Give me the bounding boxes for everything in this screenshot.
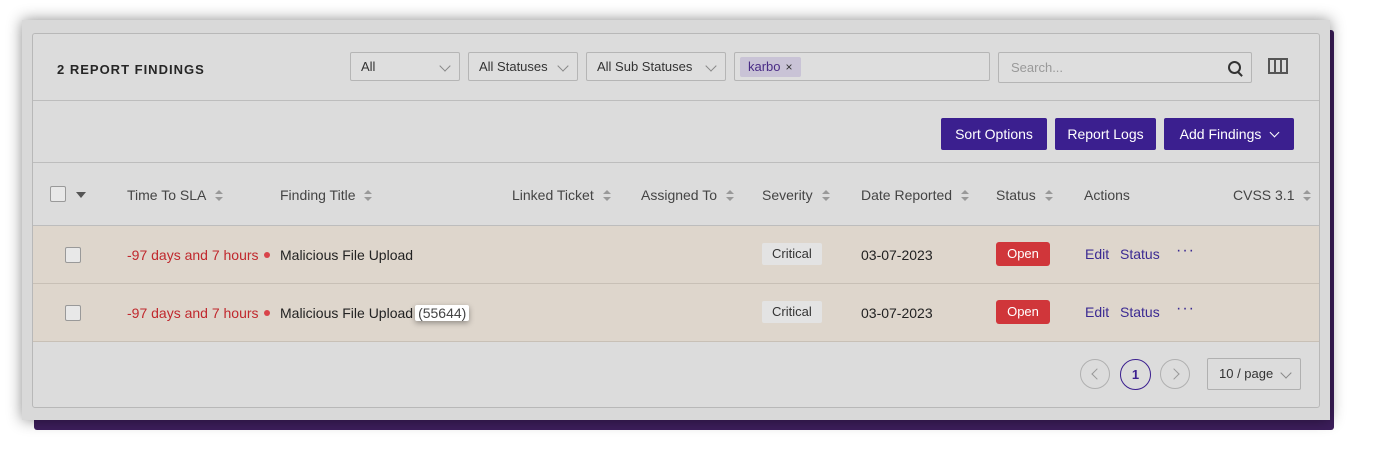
next-page-button[interactable]: [1160, 359, 1190, 389]
table-row: -97 days and 7 hours Malicious File Uplo…: [33, 226, 1319, 284]
column-header-assigned-to[interactable]: Assigned To: [641, 187, 735, 203]
chevron-down-icon: [1280, 367, 1292, 379]
time-to-sla: -97 days and 7 hours: [127, 305, 259, 321]
status-badge: Open: [996, 300, 1050, 324]
prev-page-button[interactable]: [1080, 359, 1110, 389]
severity-dot: [264, 310, 270, 316]
sub-status-filter-value: All Sub Statuses: [597, 59, 693, 74]
more-icon[interactable]: ···: [1176, 242, 1195, 260]
column-header-date-reported[interactable]: Date Reported: [861, 187, 970, 203]
column-header-finding-title[interactable]: Finding Title: [280, 187, 373, 203]
column-header-actions: Actions: [1084, 187, 1130, 203]
tag-filter-input[interactable]: karbo ×: [734, 52, 990, 81]
type-filter-value: All: [361, 59, 376, 74]
more-icon[interactable]: ···: [1176, 300, 1195, 318]
sub-status-filter-select[interactable]: All Sub Statuses: [586, 52, 726, 81]
time-to-sla: -97 days and 7 hours: [127, 247, 259, 263]
sort-icon[interactable]: [1044, 190, 1053, 202]
report-logs-button[interactable]: Report Logs: [1055, 118, 1156, 150]
finding-title[interactable]: Malicious File Upload (55644): [280, 305, 470, 321]
date-reported: 03-07-2023: [861, 305, 933, 321]
page-size-select[interactable]: 10 / page: [1207, 358, 1301, 390]
severity-badge: Critical: [762, 301, 822, 323]
finding-title[interactable]: Malicious File Upload: [280, 247, 413, 263]
findings-panel: 2 REPORT FINDINGS All All Statuses All S…: [32, 33, 1320, 408]
chevron-down-icon[interactable]: [76, 192, 86, 198]
status-filter-select[interactable]: All Statuses: [468, 52, 578, 81]
row-checkbox[interactable]: [65, 305, 81, 321]
status-filter-value: All Statuses: [479, 59, 548, 74]
search-input[interactable]: [1009, 59, 1213, 76]
row-checkbox[interactable]: [65, 247, 81, 263]
column-header-linked-ticket[interactable]: Linked Ticket: [512, 187, 611, 203]
date-reported: 03-07-2023: [861, 247, 933, 263]
select-all-checkbox[interactable]: [50, 186, 66, 202]
status-link[interactable]: Status: [1120, 246, 1160, 262]
sort-icon[interactable]: [364, 190, 373, 202]
filter-tag: karbo ×: [740, 57, 801, 77]
add-findings-button[interactable]: Add Findings: [1164, 118, 1294, 150]
action-toolbar: Sort Options Report Logs Add Findings: [33, 101, 1319, 163]
add-findings-label: Add Findings: [1179, 126, 1262, 142]
severity-dot: [264, 252, 270, 258]
status-link[interactable]: Status: [1120, 304, 1160, 320]
search-box: [998, 52, 1252, 83]
sort-icon[interactable]: [602, 190, 611, 202]
chevron-down-icon: [557, 60, 569, 72]
table-header: Time To SLA Finding Title Linked Ticket …: [33, 163, 1319, 226]
table-row: -97 days and 7 hours Malicious File Uplo…: [33, 284, 1319, 342]
finding-id: (55644): [415, 305, 470, 321]
column-header-time-to-sla[interactable]: Time To SLA: [127, 187, 224, 203]
sort-icon[interactable]: [1303, 190, 1312, 202]
page-number-current[interactable]: 1: [1120, 359, 1151, 390]
chevron-left-icon: [1091, 368, 1103, 380]
chevron-down-icon: [1269, 127, 1280, 138]
chevron-down-icon: [439, 60, 451, 72]
filter-bar: 2 REPORT FINDINGS All All Statuses All S…: [33, 34, 1319, 101]
sort-icon[interactable]: [215, 190, 224, 202]
column-header-status[interactable]: Status: [996, 187, 1053, 203]
columns-icon[interactable]: [1268, 58, 1288, 74]
page-size-value: 10 / page: [1219, 366, 1274, 381]
sort-options-button[interactable]: Sort Options: [941, 118, 1047, 150]
severity-badge: Critical: [762, 243, 822, 265]
status-badge: Open: [996, 242, 1050, 266]
filter-tag-label: karbo: [748, 59, 781, 74]
column-header-severity[interactable]: Severity: [762, 187, 830, 203]
type-filter-select[interactable]: All: [350, 52, 460, 81]
chevron-down-icon: [705, 60, 717, 72]
column-header-cvss[interactable]: CVSS 3.1: [1233, 187, 1312, 203]
page-title: 2 REPORT FINDINGS: [57, 62, 205, 77]
close-icon[interactable]: ×: [786, 60, 793, 74]
sort-icon[interactable]: [961, 190, 970, 202]
chevron-right-icon: [1168, 368, 1180, 380]
sort-icon[interactable]: [726, 190, 735, 202]
search-icon[interactable]: [1228, 61, 1241, 74]
edit-link[interactable]: Edit: [1085, 246, 1109, 262]
sort-icon[interactable]: [821, 190, 830, 202]
edit-link[interactable]: Edit: [1085, 304, 1109, 320]
